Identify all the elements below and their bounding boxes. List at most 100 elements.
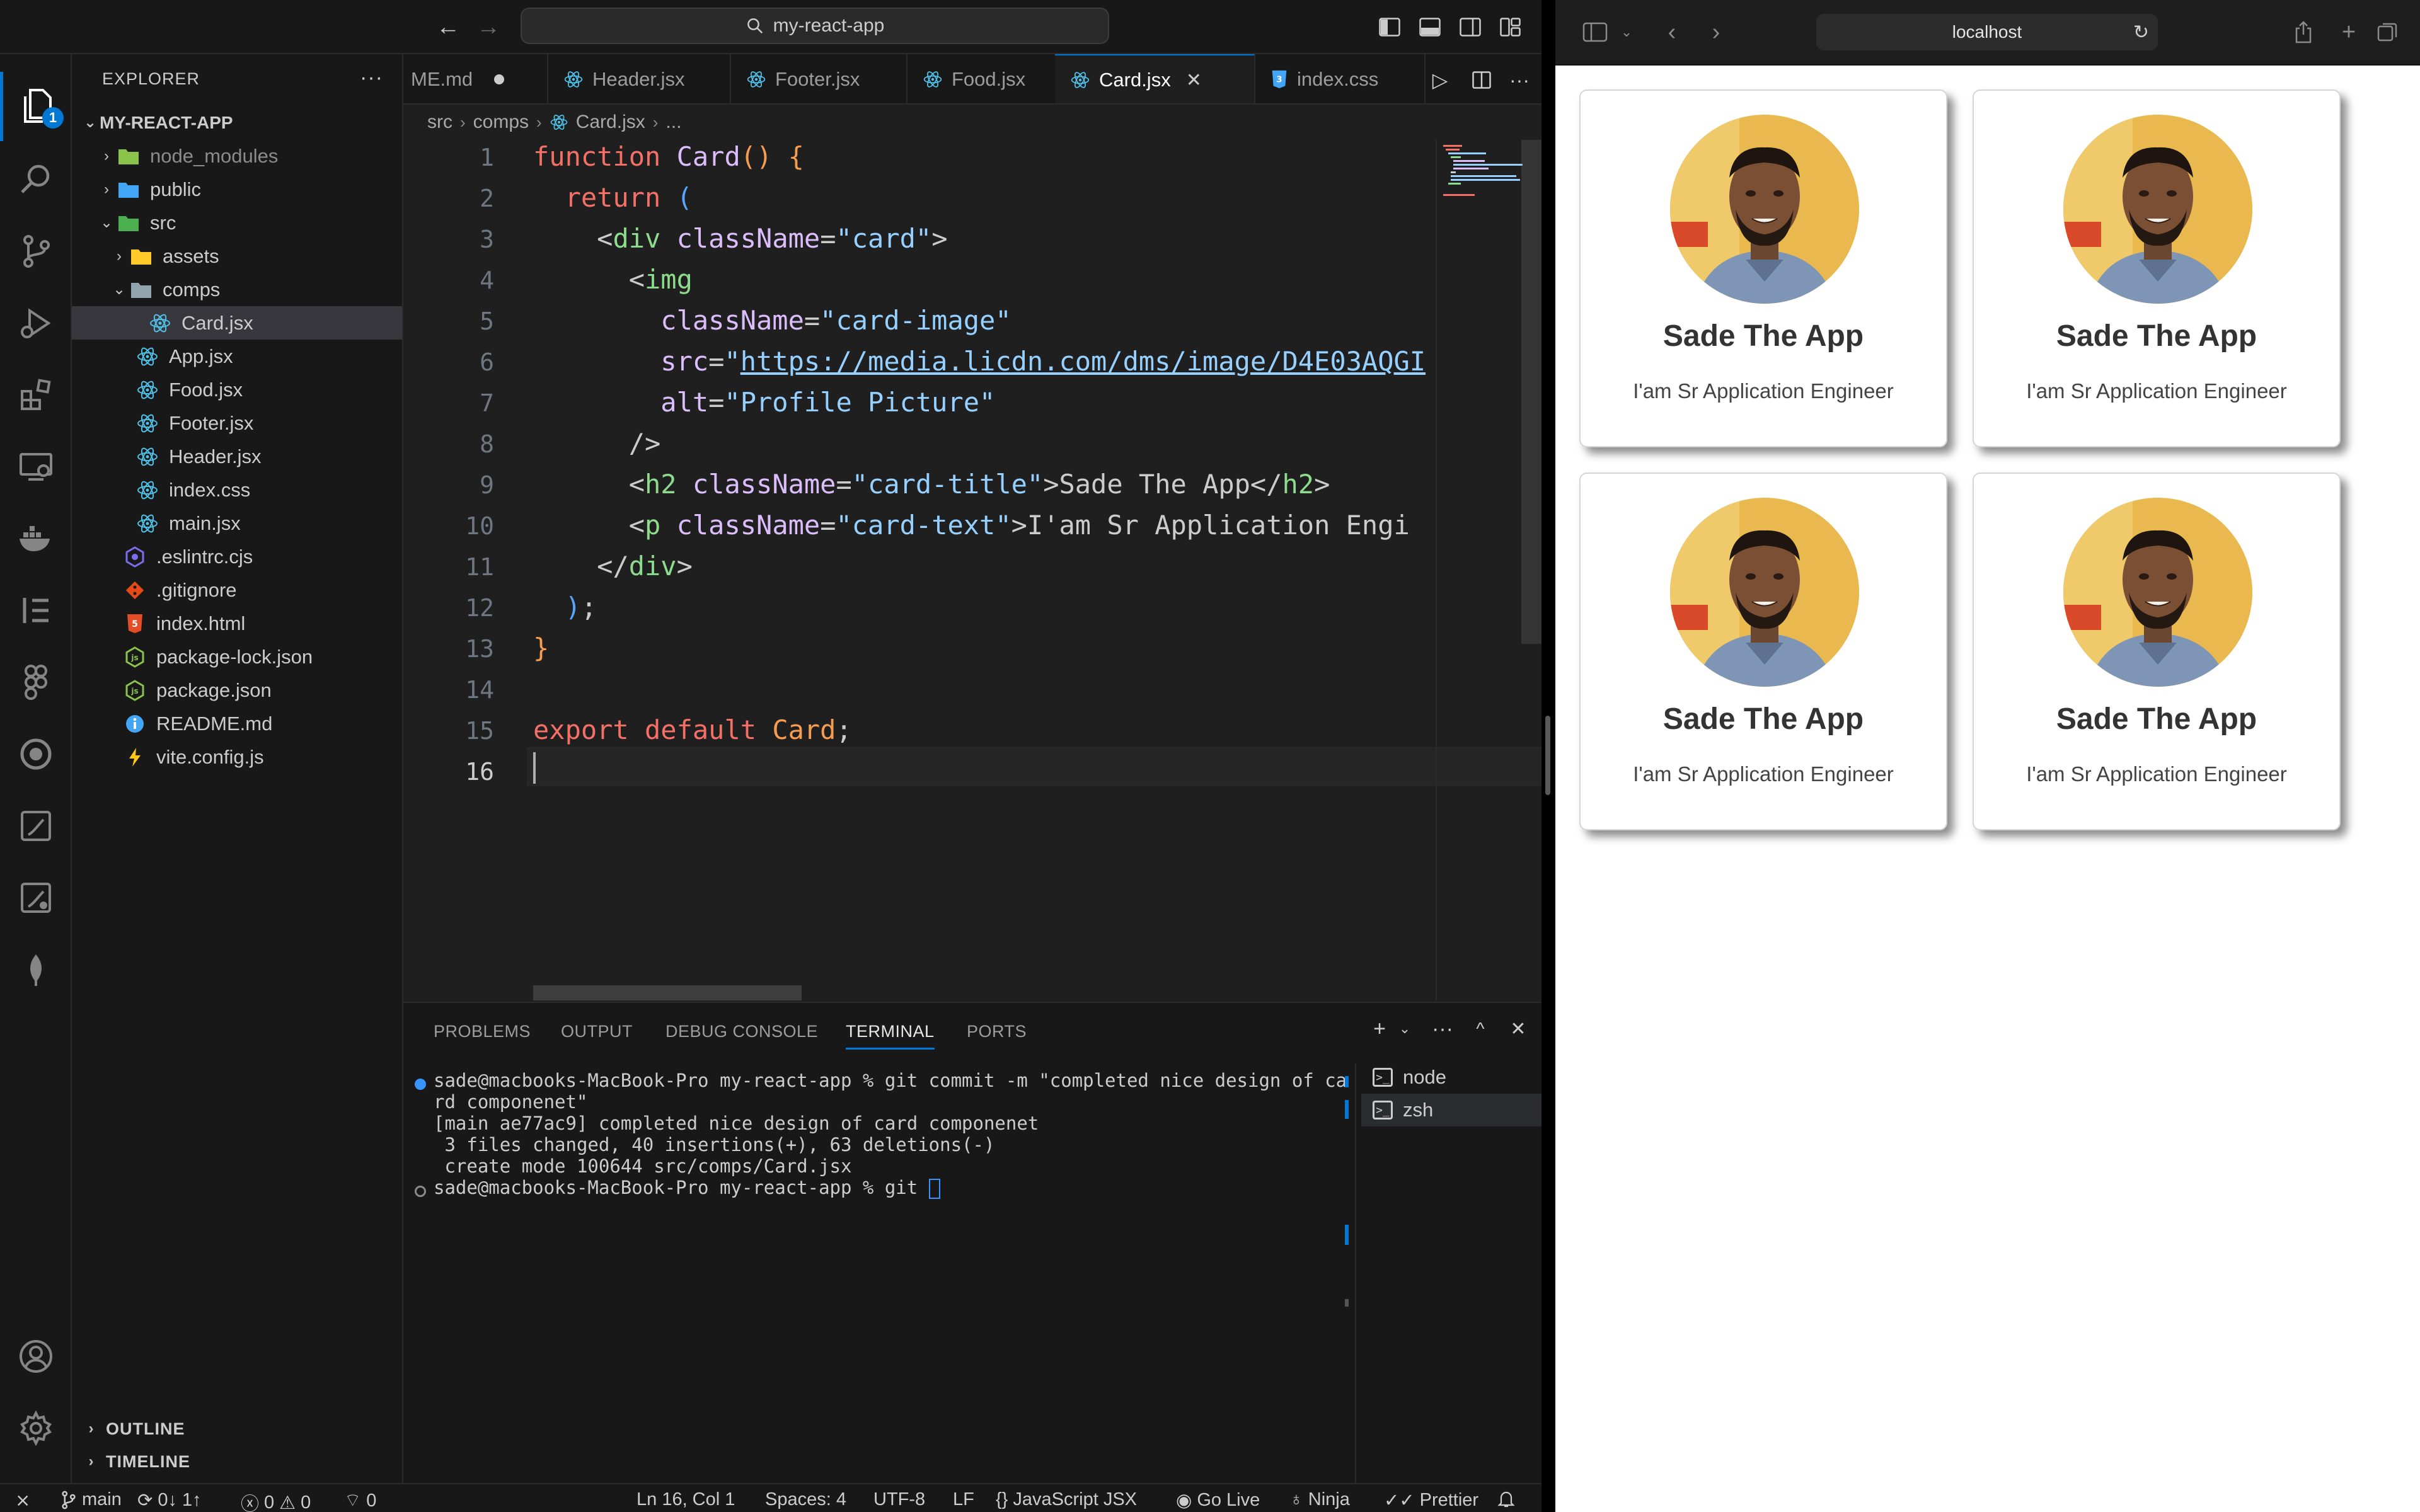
tab-output[interactable]: OUTPUT xyxy=(561,1022,633,1041)
testing-icon[interactable] xyxy=(0,576,72,645)
split-editor-icon[interactable] xyxy=(1467,66,1496,94)
customize-layout-icon[interactable] xyxy=(1495,11,1526,43)
tree-item-gitignore[interactable]: .gitignore xyxy=(72,573,402,607)
terminal-name: zsh xyxy=(1403,1099,1434,1121)
vertical-scrollbar[interactable] xyxy=(1521,140,1541,644)
tab-footer-jsx[interactable]: Footer.jsx xyxy=(731,54,908,103)
tree-item-app-jsx[interactable]: App.jsx xyxy=(72,340,402,373)
account-icon[interactable] xyxy=(0,1322,72,1391)
sync-indicator[interactable]: ⟳ 0↓ 1↑ xyxy=(137,1489,202,1511)
more-actions-icon[interactable]: ··· xyxy=(1428,1014,1457,1043)
project-root[interactable]: ⌄ MY-REACT-APP xyxy=(72,106,402,139)
tree-item-card-jsx[interactable]: Card.jsx xyxy=(72,306,402,340)
share-icon[interactable] xyxy=(2288,18,2319,47)
more-actions-icon[interactable]: ··· xyxy=(1505,66,1534,94)
breadcrumb-comps[interactable]: comps xyxy=(473,112,529,133)
tree-item-main-jsx[interactable]: main.jsx xyxy=(72,507,402,540)
docker-icon[interactable] xyxy=(0,504,72,573)
toggle-panel-icon[interactable] xyxy=(1414,11,1446,43)
settings-gear-icon[interactable] xyxy=(0,1394,72,1463)
tab-debug-console[interactable]: DEBUG CONSOLE xyxy=(666,1022,818,1041)
azure-icon[interactable] xyxy=(0,791,72,861)
new-tab-icon[interactable]: + xyxy=(2333,18,2365,47)
tab-terminal[interactable]: TERMINAL xyxy=(846,1022,935,1050)
language-mode[interactable]: {} JavaScript JSX xyxy=(996,1489,1137,1510)
tree-item-node-modules[interactable]: › node_modules xyxy=(72,139,402,173)
tab-ports[interactable]: PORTS xyxy=(967,1022,1027,1041)
end-of-line[interactable]: LF xyxy=(953,1489,974,1510)
tree-item-comps[interactable]: ⌄ comps xyxy=(72,273,402,306)
horizontal-scrollbar[interactable] xyxy=(533,985,802,1000)
ninja-button[interactable]: ♁ Ninja xyxy=(1289,1489,1350,1510)
ports-indicator[interactable]: ⌔ 0 xyxy=(344,1489,376,1512)
tab-card-jsx[interactable]: Card.jsx ✕ xyxy=(1055,54,1255,103)
breadcrumb-file[interactable]: Card.jsx xyxy=(576,112,645,133)
explorer-icon[interactable]: 1 xyxy=(0,72,72,141)
search-icon[interactable] xyxy=(0,145,72,214)
back-arrow-icon[interactable]: ← xyxy=(432,13,464,42)
branch-indicator[interactable]: main xyxy=(60,1489,122,1510)
extensions-icon[interactable] xyxy=(0,360,72,430)
indentation[interactable]: Spaces: 4 xyxy=(765,1489,846,1510)
more-actions-icon[interactable]: ··· xyxy=(360,66,383,90)
tree-item-vite-config[interactable]: vite.config.js xyxy=(72,740,402,774)
breadcrumb-src[interactable]: src xyxy=(427,112,452,133)
tab-index-css[interactable]: 3 index.css xyxy=(1255,54,1426,103)
tree-item-package-json[interactable]: js package.json xyxy=(72,673,402,707)
tree-item-header-jsx[interactable]: Header.jsx xyxy=(72,440,402,473)
go-live-button[interactable]: ◉ Go Live xyxy=(1176,1489,1260,1511)
tree-item-food-jsx[interactable]: Food.jsx xyxy=(72,373,402,406)
terminal-zsh[interactable]: >_ zsh xyxy=(1361,1094,1541,1126)
close-icon[interactable]: ✕ xyxy=(1186,69,1202,91)
tree-item-readme[interactable]: README.md xyxy=(72,707,402,740)
problems-indicator[interactable]: ⓧ 0 ⚠ 0 xyxy=(241,1489,311,1512)
terminal-node[interactable]: >_ node xyxy=(1361,1061,1541,1094)
source-control-icon[interactable] xyxy=(0,217,72,286)
tree-item-package-lock[interactable]: js package-lock.json xyxy=(72,640,402,673)
forward-icon[interactable]: › xyxy=(1700,18,1732,47)
maximize-panel-icon[interactable]: ^ xyxy=(1466,1014,1495,1043)
tab-problems[interactable]: PROBLEMS xyxy=(434,1022,531,1041)
figma-icon[interactable] xyxy=(0,648,72,717)
encoding[interactable]: UTF-8 xyxy=(873,1489,925,1510)
notifications-bell-icon[interactable] xyxy=(1497,1489,1515,1508)
tree-item-public[interactable]: › public xyxy=(72,173,402,206)
tree-item-index-html[interactable]: 5 index.html xyxy=(72,607,402,640)
tree-item-index-css[interactable]: index.css xyxy=(72,473,402,507)
chevron-down-icon[interactable]: ⌄ xyxy=(1611,18,1642,47)
close-panel-icon[interactable]: ✕ xyxy=(1504,1014,1533,1043)
code-editor[interactable]: 1 2 3 4 5 6 7 8 9 10 11 12 13 14 15 16 f… xyxy=(403,140,1541,1000)
timeline-tracker-icon[interactable] xyxy=(0,719,72,789)
chevron-down-icon[interactable]: ⌄ xyxy=(1390,1014,1419,1043)
tree-item-assets[interactable]: › assets xyxy=(72,239,402,273)
tab-header-jsx[interactable]: Header.jsx xyxy=(548,54,731,103)
run-icon[interactable]: ▷ xyxy=(1426,66,1455,94)
toggle-sidebar-icon[interactable] xyxy=(1374,11,1405,43)
mongodb-icon[interactable] xyxy=(0,935,72,1004)
run-debug-icon[interactable] xyxy=(0,289,72,358)
terminal-prompt[interactable]: sade@macbooks-MacBook-Pro my-react-app %… xyxy=(434,1177,940,1199)
timeline-section[interactable]: › TIMELINE xyxy=(72,1445,402,1478)
azure-functions-icon[interactable] xyxy=(0,863,72,932)
remote-icon[interactable]: ⨯ xyxy=(15,1489,30,1511)
tab-food-jsx[interactable]: Food.jsx xyxy=(908,54,1078,103)
tab-overview-icon[interactable] xyxy=(2372,18,2404,47)
back-icon[interactable]: ‹ xyxy=(1656,18,1688,47)
minimap[interactable] xyxy=(1436,140,1524,1000)
outline-section[interactable]: › OUTLINE xyxy=(72,1412,402,1445)
tree-item-footer-jsx[interactable]: Footer.jsx xyxy=(72,406,402,440)
breadcrumb-symbol[interactable]: ... xyxy=(666,112,681,133)
tree-item-src[interactable]: ⌄ src xyxy=(72,206,402,239)
prettier-button[interactable]: ✓✓ Prettier xyxy=(1384,1489,1478,1511)
resize-handle[interactable] xyxy=(1545,716,1550,795)
remote-explorer-icon[interactable] xyxy=(0,432,72,501)
reload-icon[interactable]: ↻ xyxy=(2133,21,2149,43)
sidebar-toggle-icon[interactable] xyxy=(1579,18,1611,47)
forward-arrow-icon[interactable]: → xyxy=(473,13,504,42)
tree-item-eslintrc[interactable]: .eslintrc.cjs xyxy=(72,540,402,573)
toggle-secondary-sidebar-icon[interactable] xyxy=(1455,11,1486,43)
command-center-search[interactable]: my-react-app xyxy=(521,8,1109,44)
cursor-position[interactable]: Ln 16, Col 1 xyxy=(637,1489,735,1510)
tab-readme[interactable]: ME.md xyxy=(403,54,548,103)
address-bar[interactable]: localhost ↻ xyxy=(1816,14,2158,50)
